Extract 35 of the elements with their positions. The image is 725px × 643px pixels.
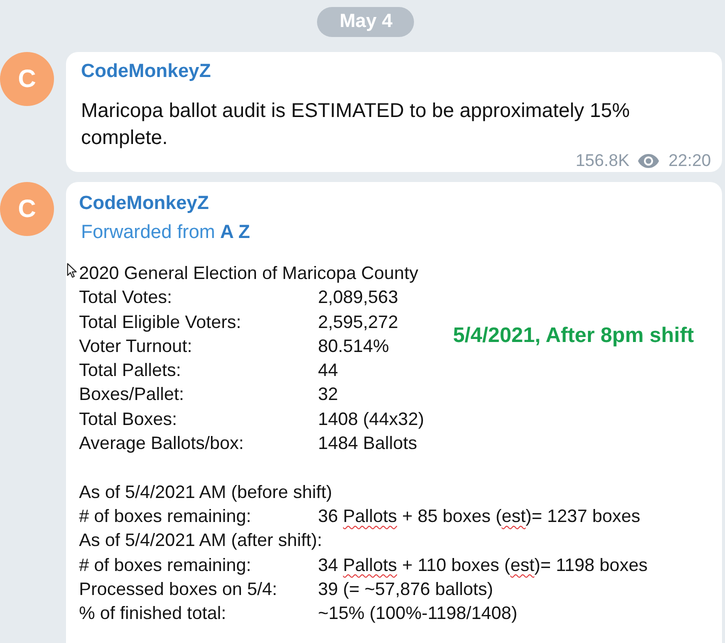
value-text: 32 [318,383,338,406]
author-name[interactable]: CodeMonkeyZ [81,60,211,84]
value-text: 39 (= ~57,876 ballots) [318,578,494,601]
value-text: 2,595,272 [318,310,398,334]
value-text: ~15% (100%-1198/1408) [318,602,518,626]
document-title: 2020 General Election of Maricopa County [79,262,418,285]
message-time: 22:20 [668,152,711,170]
eye-icon [638,154,660,168]
label-text: # of boxes remaining: [79,554,252,577]
value-text: 44 [318,359,338,382]
note-text: 5/4/2021, After 8pm shift [453,323,694,350]
value-text: 2,089,563 [318,286,398,310]
view-count: 156.8K [576,152,630,170]
value-text: 34 Pallots + 110 boxes (est)= 1198 boxes [318,554,648,577]
date-badge: May 4 [316,7,414,37]
forwarded-label: Forwarded from [81,221,216,245]
heading-text: As of 5/4/2021 AM (after shift): [79,529,322,552]
label-text: Total Pallets: [79,359,182,382]
label-text: # of boxes remaining: [79,504,252,528]
heading-text: As of 5/4/2021 AM (before shift) [79,480,332,504]
label-text: Average Ballots/box: [79,432,245,456]
label-text: Total Eligible Voters: [79,310,242,334]
label-text: % of finished total: [79,602,228,626]
forwarded-author-link[interactable]: A Z [220,221,250,245]
value-text: 1408 (44x32) [318,408,424,431]
value-text: 80.514% [318,334,390,358]
label-text: Total Votes: [79,286,174,310]
label-text: Processed boxes on 5/4: [79,578,278,601]
message-text: Maricopa ballot audit is ESTIMATED to be approximately 15% complete. [81,99,631,151]
value-text: 36 Pallots + 85 boxes (est)= 1237 boxes [318,504,640,528]
label-text: Voter Turnout: [79,334,194,358]
author-name[interactable]: CodeMonkeyZ [79,192,209,216]
value-text: 1484 Ballots [318,432,418,456]
label-text: Boxes/Pallet: [79,383,186,406]
label-text: Total Boxes: [79,408,178,431]
